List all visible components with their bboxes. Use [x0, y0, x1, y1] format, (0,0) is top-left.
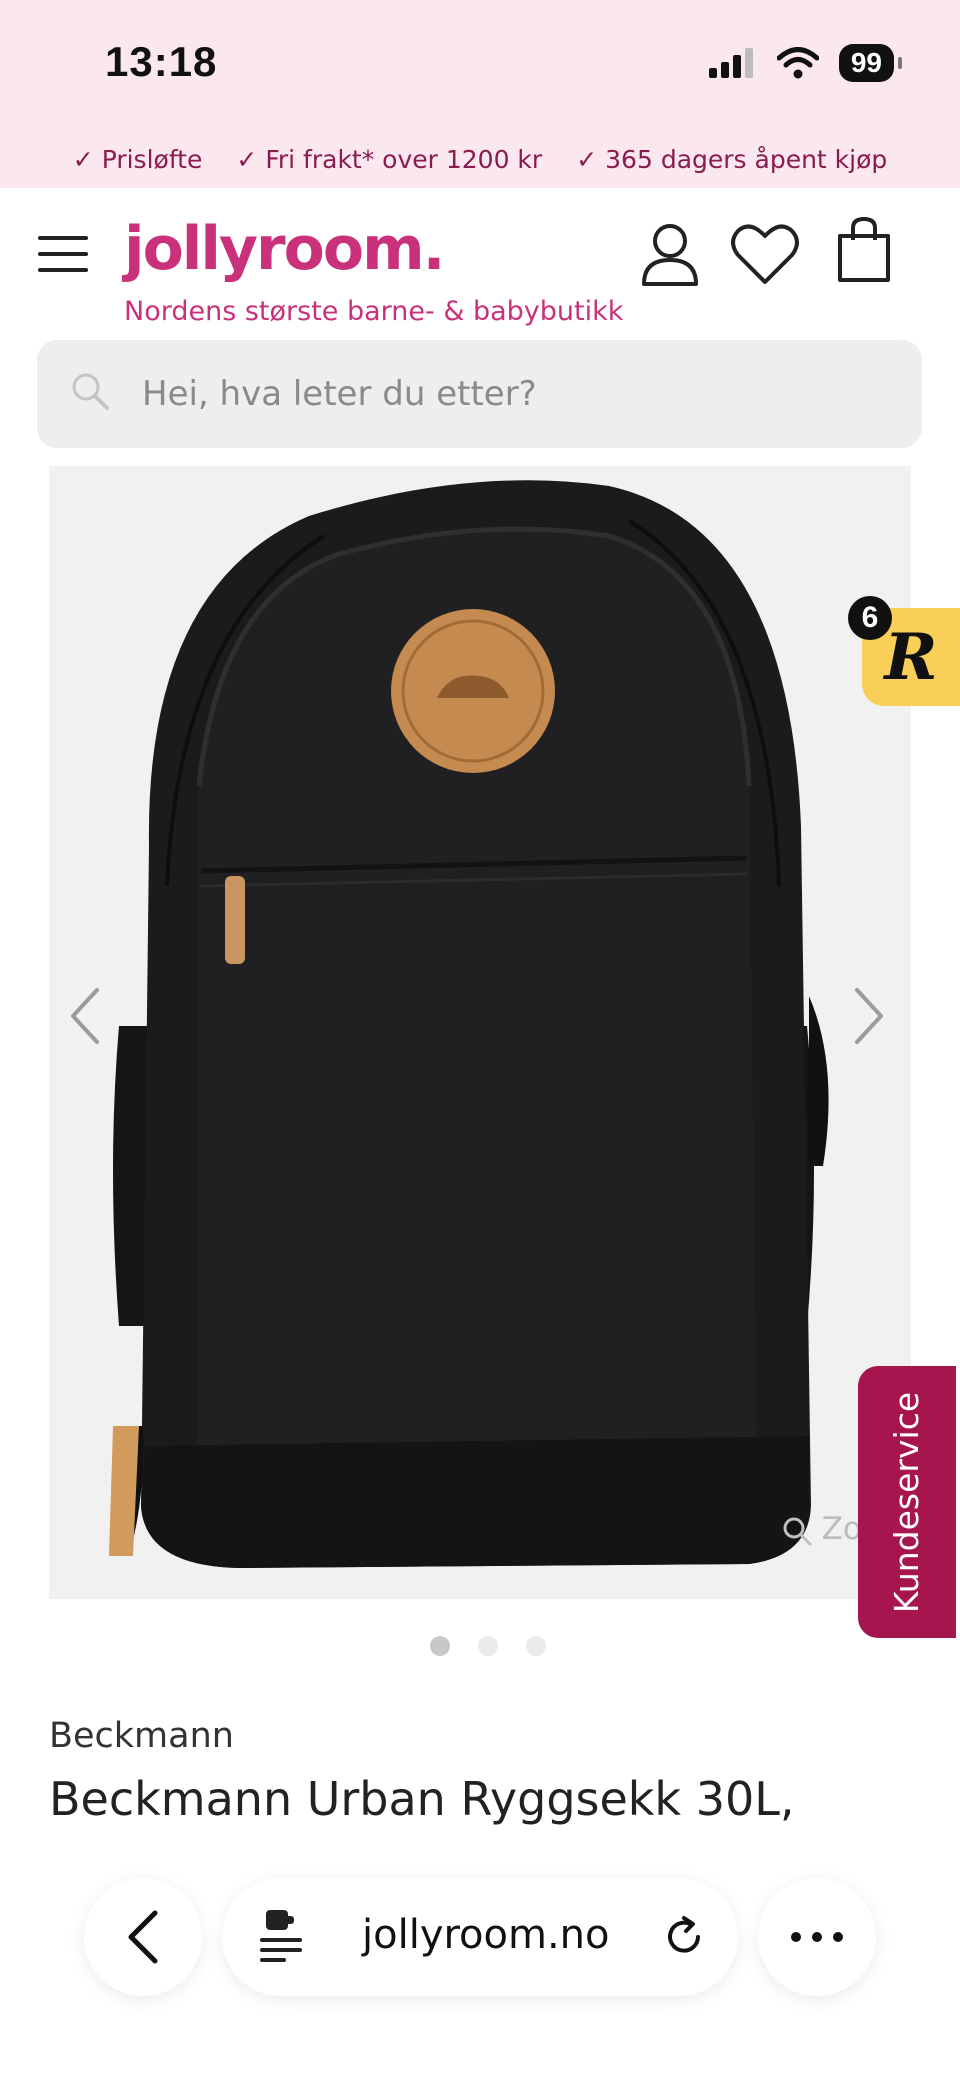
- rewards-count-badge[interactable]: 6: [848, 596, 892, 640]
- product-gallery[interactable]: Zoom: [49, 466, 911, 1599]
- promo-label: Prisløfte: [101, 144, 203, 174]
- promo-item: ✓ Prisløfte: [73, 145, 203, 174]
- zoom-icon: [783, 1517, 812, 1545]
- promo-item: ✓ 365 dagers åpent kjøp: [576, 145, 887, 174]
- gallery-prev-arrow[interactable]: [65, 986, 105, 1046]
- browser-toolbar: jollyroom.no: [0, 1860, 960, 2078]
- battery-indicator: 99: [838, 44, 903, 82]
- chevron-left-icon: [128, 1910, 158, 1964]
- site-header: jollyroom. Nordens største barne- & baby…: [0, 188, 960, 333]
- customer-service-tab[interactable]: Kundeservice: [858, 1366, 956, 1638]
- status-time: 13:18: [105, 38, 218, 85]
- cellular-signal-icon: [708, 48, 753, 78]
- rewards-logo: R: [884, 619, 938, 695]
- page-menu-icon: [260, 1910, 302, 1962]
- site-tagline: Nordens største barne- & babybutikk: [124, 296, 624, 327]
- search-bar: [37, 340, 922, 448]
- gallery-dot-2[interactable]: [478, 1636, 498, 1656]
- check-icon: ✓: [236, 144, 258, 174]
- product-title: Beckmann Urban Ryggsekk 30L,: [49, 1772, 795, 1826]
- more-icon: [791, 1932, 843, 1942]
- promo-item: ✓ Fri frakt* over 1200 kr: [236, 145, 542, 174]
- gallery-dot-1[interactable]: [430, 1636, 450, 1656]
- check-icon: ✓: [72, 144, 94, 174]
- promo-label: Fri frakt* over 1200 kr: [265, 144, 543, 174]
- search-input[interactable]: [142, 340, 882, 448]
- site-logo[interactable]: jollyroom.: [124, 214, 445, 284]
- cart-icon[interactable]: [836, 216, 892, 284]
- gallery-dot-3[interactable]: [526, 1636, 546, 1656]
- url-text: jollyroom.no: [362, 1912, 610, 1958]
- check-icon: ✓: [576, 144, 598, 174]
- back-button[interactable]: [84, 1878, 202, 1996]
- reload-icon[interactable]: [662, 1915, 706, 1959]
- customer-service-label: Kundeservice: [887, 1391, 927, 1613]
- address-bar[interactable]: jollyroom.no: [222, 1878, 738, 1996]
- gallery-pagination: [430, 1636, 546, 1656]
- wishlist-icon[interactable]: [730, 222, 800, 286]
- wifi-icon: [776, 47, 819, 79]
- product-image[interactable]: [49, 466, 911, 1599]
- product-brand[interactable]: Beckmann: [49, 1716, 234, 1756]
- promo-label: 365 dagers åpent kjøp: [605, 144, 888, 174]
- menu-icon[interactable]: [38, 236, 88, 272]
- status-icons: 99: [708, 44, 903, 82]
- status-bar: 13:18 99: [0, 0, 960, 130]
- account-icon[interactable]: [640, 222, 700, 286]
- gallery-next-arrow[interactable]: [849, 986, 889, 1046]
- more-options-button[interactable]: [758, 1878, 876, 1996]
- promo-bar: ✓ Prisløfte ✓ Fri frakt* over 1200 kr ✓ …: [0, 130, 960, 188]
- search-icon: [72, 373, 109, 410]
